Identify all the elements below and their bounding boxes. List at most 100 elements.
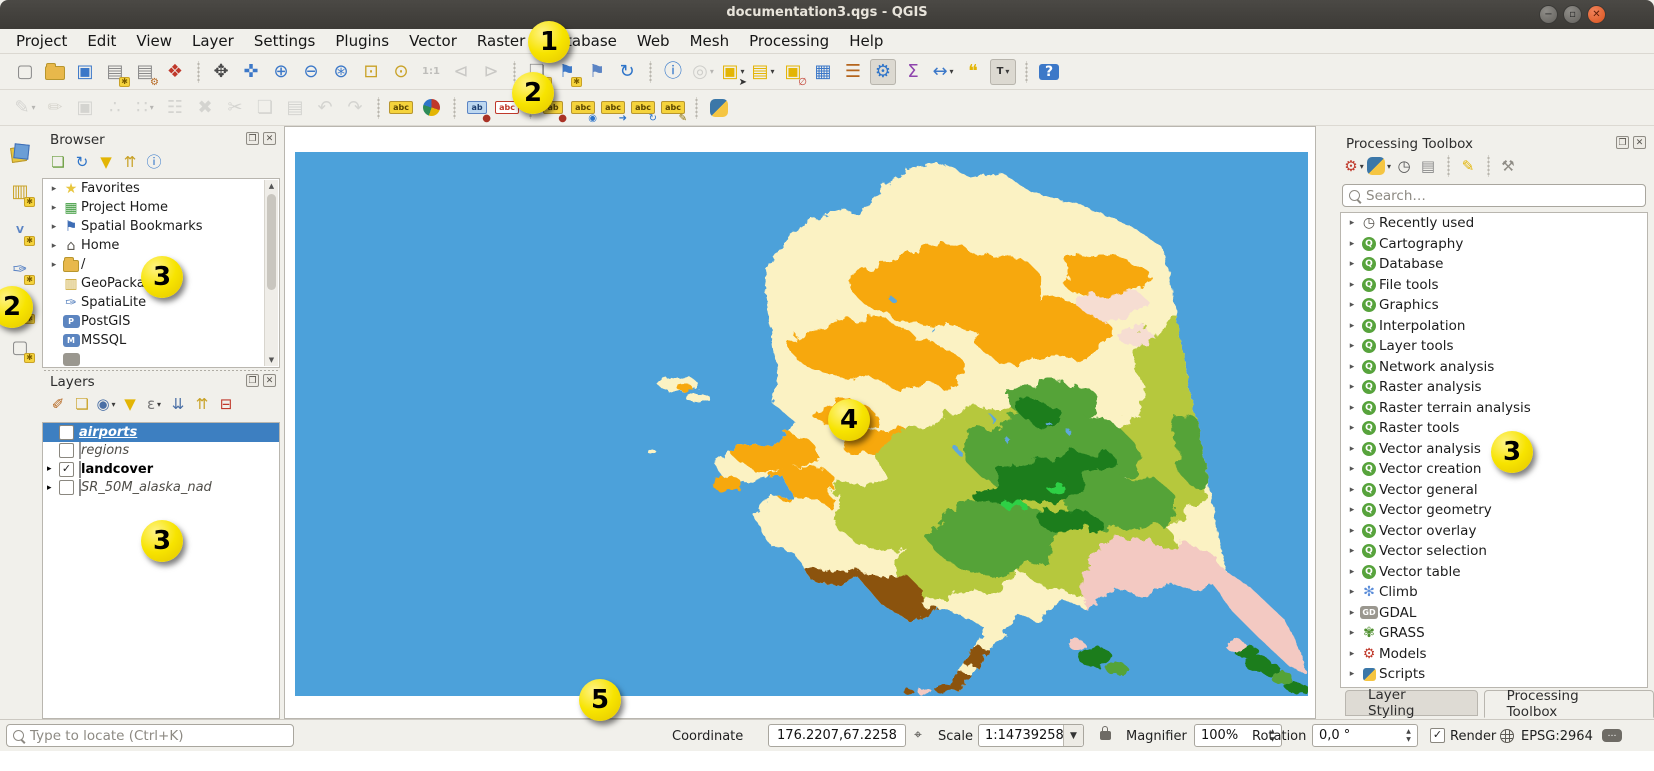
menu-help[interactable]: Help: [839, 30, 893, 52]
expander-icon[interactable]: ▸: [1345, 444, 1359, 454]
browser-item-favorites[interactable]: ▸★Favorites: [43, 179, 279, 198]
expander-icon[interactable]: ▸: [1345, 464, 1359, 474]
open-attribute-table-icon[interactable]: ▦: [810, 59, 836, 85]
browser-item-home[interactable]: ▸⌂Home: [43, 236, 279, 255]
cut-features-icon[interactable]: ✂: [222, 95, 248, 121]
layer-checkbox[interactable]: ✓: [59, 462, 74, 477]
expander-icon[interactable]: ▸: [1345, 649, 1359, 659]
manage-map-themes-icon[interactable]: ◉▾: [95, 393, 117, 415]
expander-icon[interactable]: ▸: [47, 222, 61, 232]
refresh-browser-icon[interactable]: ↻: [71, 151, 93, 173]
processing-group-graphics[interactable]: ▸QGraphics: [1341, 295, 1647, 316]
coordinate-input[interactable]: 176.2207,67.2258: [768, 724, 906, 747]
remove-layer-icon[interactable]: ⊟: [215, 393, 237, 415]
zoom-full-extent-icon[interactable]: ⊛: [328, 59, 354, 85]
menu-layer[interactable]: Layer: [182, 30, 244, 52]
collapse-all-layers-icon[interactable]: ⇈: [191, 393, 213, 415]
alaska-landcover-map[interactable]: [295, 152, 1308, 696]
expander-icon[interactable]: ▸: [1345, 669, 1359, 679]
current-edits-icon[interactable]: ✎▾: [12, 95, 38, 121]
map-canvas[interactable]: [284, 126, 1316, 719]
browser-scrollbar[interactable]: ▲ ▼: [264, 180, 278, 366]
help-icon[interactable]: ?: [1036, 59, 1062, 85]
python-console-icon[interactable]: [706, 95, 732, 121]
refresh-map-icon[interactable]: ↻: [614, 59, 640, 85]
processing-group-raster-terrain-analysis[interactable]: ▸QRaster terrain analysis: [1341, 398, 1647, 419]
filter-by-expression-icon[interactable]: ε▾: [143, 393, 165, 415]
new-shapefile-layer-icon[interactable]: V✱: [7, 218, 33, 244]
options-icon[interactable]: ⚒: [1497, 155, 1519, 177]
rotation-spinner-icons[interactable]: ▲▼: [1402, 726, 1415, 745]
expander-icon[interactable]: ▸: [47, 184, 61, 194]
processing-group-vector-table[interactable]: ▸QVector table: [1341, 562, 1647, 583]
data-source-manager-icon[interactable]: [7, 140, 33, 166]
expander-icon[interactable]: ▸: [1345, 341, 1359, 351]
scale-combobox[interactable]: 1:14739258 ▼: [978, 724, 1084, 747]
select-features-by-value-icon[interactable]: ▤▾: [750, 59, 776, 85]
scripts-menu-icon[interactable]: ▾: [1367, 155, 1391, 177]
statistical-summary-icon[interactable]: Σ: [900, 59, 926, 85]
layer-checkbox[interactable]: [59, 425, 74, 440]
field-calculator-icon[interactable]: ☰: [840, 59, 866, 85]
processing-group-cartography[interactable]: ▸QCartography: [1341, 234, 1647, 255]
expander-icon[interactable]: ▸: [1345, 280, 1359, 290]
delete-selected-icon[interactable]: ✖: [192, 95, 218, 121]
processing-group-models[interactable]: ▸⚙Models: [1341, 644, 1647, 665]
browser-item-project-home[interactable]: ▸▦Project Home: [43, 198, 279, 217]
processing-group-recently-used[interactable]: ▸◷Recently used: [1341, 213, 1647, 234]
tab-processing-toolbox[interactable]: Processing Toolbox: [1484, 690, 1654, 718]
scroll-up-icon[interactable]: ▲: [265, 182, 278, 190]
filter-legend-icon[interactable]: ▼: [119, 393, 141, 415]
menu-processing[interactable]: Processing: [739, 30, 839, 52]
map-tips-icon[interactable]: ❝: [960, 59, 986, 85]
menu-mesh[interactable]: Mesh: [680, 30, 740, 52]
processing-group-vector-selection[interactable]: ▸QVector selection: [1341, 541, 1647, 562]
zoom-last-icon[interactable]: ⊲: [448, 59, 474, 85]
processing-group-raster-analysis[interactable]: ▸QRaster analysis: [1341, 377, 1647, 398]
add-point-feature-icon[interactable]: ∴: [102, 95, 128, 121]
menu-project[interactable]: Project: [6, 30, 77, 52]
zoom-next-icon[interactable]: ⊳: [478, 59, 504, 85]
processing-group-raster-tools[interactable]: ▸QRaster tools: [1341, 418, 1647, 439]
layer-checkbox[interactable]: [59, 443, 74, 458]
deselect-features-icon[interactable]: ▣∅: [780, 59, 806, 85]
change-label-properties-icon[interactable]: abc✎: [660, 95, 686, 121]
processing-group-vector-overlay[interactable]: ▸QVector overlay: [1341, 521, 1647, 542]
new-geopackage-layer-icon[interactable]: ▥✱: [7, 179, 33, 205]
zoom-in-icon[interactable]: ⊕: [268, 59, 294, 85]
edit-features-in-place-icon[interactable]: ✎: [1457, 155, 1479, 177]
expander-icon[interactable]: ▸: [1345, 628, 1359, 638]
expander-icon[interactable]: ▸: [1345, 546, 1359, 556]
processing-toolbox-toggle-icon[interactable]: ⚙: [870, 59, 896, 85]
expander-icon[interactable]: ▸: [1345, 218, 1359, 228]
pan-map-icon[interactable]: ✥: [208, 59, 234, 85]
pan-to-selection-icon[interactable]: ✜: [238, 59, 264, 85]
expander-icon[interactable]: ▸: [1345, 382, 1359, 392]
layers-close-icon[interactable]: ✕: [263, 374, 276, 387]
processing-group-gdal[interactable]: ▸GDGDAL: [1341, 603, 1647, 624]
new-print-layout-icon[interactable]: ▤✱: [102, 59, 128, 85]
processing-close-icon[interactable]: ✕: [1633, 136, 1646, 149]
layer-item-landcover[interactable]: ▸✓landcover: [43, 460, 279, 479]
menu-view[interactable]: View: [126, 30, 182, 52]
browser-float-icon[interactable]: ❐: [246, 132, 259, 145]
zoom-out-icon[interactable]: ⊖: [298, 59, 324, 85]
crs-status[interactable]: EPSG:2964: [1521, 729, 1593, 744]
rotation-spinbox[interactable]: 0,0 ° ▲▼: [1312, 724, 1418, 747]
layer-item-airports[interactable]: airports: [43, 423, 279, 442]
add-selected-layers-icon[interactable]: ❏: [47, 151, 69, 173]
processing-search-input[interactable]: Search…: [1342, 184, 1646, 207]
new-memory-layer-icon[interactable]: ▢✱: [7, 335, 33, 361]
processing-group-vector-geometry[interactable]: ▸QVector geometry: [1341, 500, 1647, 521]
expander-icon[interactable]: ▸: [1345, 403, 1359, 413]
processing-group-vector-general[interactable]: ▸QVector general: [1341, 480, 1647, 501]
minimize-button[interactable]: −: [1539, 5, 1558, 24]
new-spatialite-layer-icon[interactable]: ✑✱: [7, 257, 33, 283]
processing-group-file-tools[interactable]: ▸QFile tools: [1341, 275, 1647, 296]
messages-icon[interactable]: …: [1602, 729, 1622, 742]
expander-icon[interactable]: ▸: [47, 483, 59, 493]
new-spatial-bookmark-icon[interactable]: ⚑✱: [554, 59, 580, 85]
processing-group-climb[interactable]: ▸✻Climb: [1341, 582, 1647, 603]
processing-group-layer-tools[interactable]: ▸QLayer tools: [1341, 336, 1647, 357]
browser-item-partial[interactable]: [43, 350, 279, 368]
